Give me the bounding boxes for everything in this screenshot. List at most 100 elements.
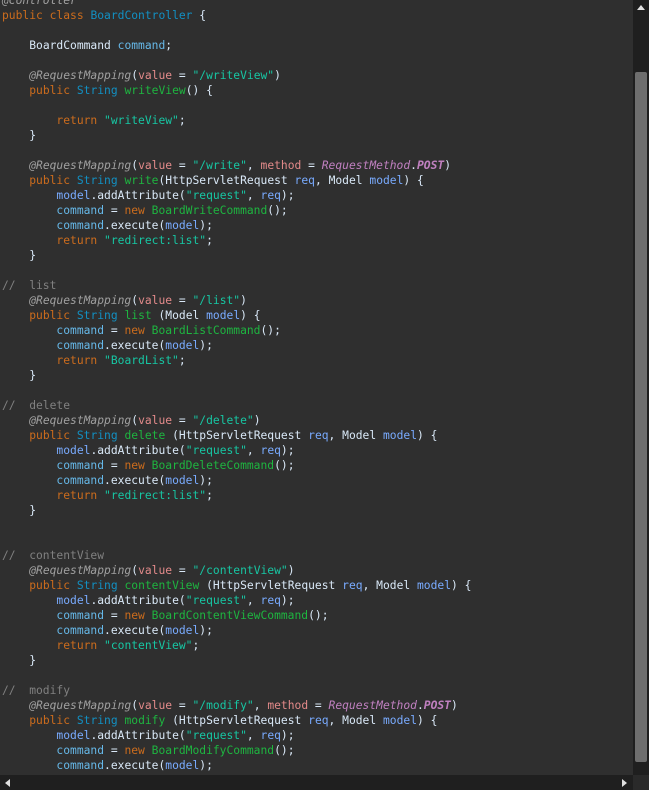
- code-line[interactable]: model.addAttribute("request", req);: [0, 728, 633, 743]
- code-line[interactable]: public String modify (HttpServletRequest…: [0, 713, 633, 728]
- code-token: BoardWriteCommand: [151, 204, 268, 217]
- code-token: =: [172, 69, 193, 82]
- code-token: }: [2, 654, 37, 667]
- code-line[interactable]: }: [0, 653, 633, 668]
- code-line[interactable]: command.execute(model);: [0, 338, 633, 353]
- code-token: BoardModifyCommand: [151, 744, 275, 757]
- code-token: model: [206, 309, 241, 322]
- code-line[interactable]: command.execute(model);: [0, 473, 633, 488]
- code-token: command: [117, 39, 166, 52]
- code-token: value: [138, 414, 173, 427]
- code-line[interactable]: command.execute(model);: [0, 218, 633, 233]
- code-token: "contentView": [104, 639, 193, 652]
- code-token: "redirect:list": [104, 489, 207, 502]
- code-line[interactable]: public String write(HttpServletRequest r…: [0, 173, 633, 188]
- code-line[interactable]: BoardCommand command;: [0, 38, 633, 53]
- code-line[interactable]: return "redirect:list";: [0, 488, 633, 503]
- code-line[interactable]: return "contentView";: [0, 638, 633, 653]
- code-line[interactable]: return "writeView";: [0, 113, 633, 128]
- vertical-scrollbar[interactable]: [633, 0, 649, 775]
- code-line[interactable]: // delete: [0, 398, 633, 413]
- code-line[interactable]: @RequestMapping(value = "/contentView"): [0, 563, 633, 578]
- code-line[interactable]: public String delete (HttpServletRequest…: [0, 428, 633, 443]
- code-line[interactable]: [0, 668, 633, 683]
- code-token: return: [56, 354, 98, 367]
- code-line[interactable]: // contentView: [0, 548, 633, 563]
- code-line[interactable]: [0, 98, 633, 113]
- code-token: "redirect:list": [104, 234, 207, 247]
- code-line[interactable]: @RequestMapping(value = "/modify", metho…: [0, 698, 633, 713]
- code-token: ) {: [417, 429, 438, 442]
- code-line[interactable]: command = new BoardDeleteCommand();: [0, 458, 633, 473]
- code-line[interactable]: }: [0, 248, 633, 263]
- code-token: delete: [124, 429, 166, 442]
- code-line[interactable]: return "redirect:list";: [0, 233, 633, 248]
- code-token: .: [104, 624, 111, 637]
- arrow-up-icon[interactable]: [637, 5, 645, 10]
- code-line[interactable]: command = new BoardContentViewCommand();: [0, 608, 633, 623]
- code-token: public: [29, 309, 71, 322]
- code-line[interactable]: @RequestMapping(value = "/write", method…: [0, 158, 633, 173]
- code-line[interactable]: public String writeView() {: [0, 83, 633, 98]
- code-line[interactable]: [0, 533, 633, 548]
- code-line[interactable]: model.addAttribute("request", req);: [0, 188, 633, 203]
- code-token: value: [138, 159, 173, 172]
- code-line[interactable]: return "BoardList";: [0, 353, 633, 368]
- code-line[interactable]: public String list (Model model) {: [0, 308, 633, 323]
- code-token: "request": [185, 594, 247, 607]
- code-line[interactable]: @Controller: [0, 0, 633, 8]
- code-line[interactable]: // list: [0, 278, 633, 293]
- code-token: =: [172, 294, 193, 307]
- code-line[interactable]: }: [0, 503, 633, 518]
- code-token: );: [280, 189, 295, 202]
- code-line[interactable]: @RequestMapping(value = "/delete"): [0, 413, 633, 428]
- code-line[interactable]: command.execute(model);: [0, 623, 633, 638]
- code-line[interactable]: command = new BoardWriteCommand();: [0, 203, 633, 218]
- code-token: command: [56, 204, 105, 217]
- code-line[interactable]: model.addAttribute("request", req);: [0, 443, 633, 458]
- code-line[interactable]: command = new BoardListCommand();: [0, 323, 633, 338]
- code-line[interactable]: [0, 23, 633, 38]
- code-token: BoardListCommand: [151, 324, 261, 337]
- arrow-left-icon[interactable]: [5, 779, 10, 787]
- code-line[interactable]: }: [0, 128, 633, 143]
- code-line[interactable]: public String contentView (HttpServletRe…: [0, 578, 633, 593]
- code-line[interactable]: [0, 53, 633, 68]
- arrow-right-icon[interactable]: [622, 779, 627, 787]
- code-token: ,: [253, 699, 268, 712]
- code-line[interactable]: @RequestMapping(value = "/list"): [0, 293, 633, 308]
- code-token: Model: [342, 429, 377, 442]
- code-token: req: [260, 189, 281, 202]
- code-line[interactable]: command.execute(model);: [0, 758, 633, 773]
- code-token: command: [56, 609, 105, 622]
- code-line[interactable]: [0, 518, 633, 533]
- code-line[interactable]: [0, 143, 633, 158]
- code-token: command: [56, 474, 105, 487]
- vertical-scroll-thumb[interactable]: [635, 72, 647, 762]
- code-line[interactable]: command = new BoardModifyCommand();: [0, 743, 633, 758]
- code-token: command: [56, 339, 105, 352]
- code-editor[interactable]: @Controller public class BoardController …: [0, 0, 633, 773]
- code-line[interactable]: model.addAttribute("request", req);: [0, 593, 633, 608]
- horizontal-scrollbar[interactable]: [0, 775, 633, 790]
- code-line[interactable]: [0, 383, 633, 398]
- code-line[interactable]: public class BoardController {: [0, 8, 633, 23]
- code-token: "BoardList": [104, 354, 179, 367]
- scrollbar-corner: [633, 775, 649, 790]
- code-token: ();: [308, 609, 329, 622]
- code-line[interactable]: }: [0, 368, 633, 383]
- code-token: "/contentView": [192, 564, 288, 577]
- code-line[interactable]: [0, 263, 633, 278]
- code-token: writeView: [124, 84, 186, 97]
- code-line[interactable]: // modify: [0, 683, 633, 698]
- code-line[interactable]: @RequestMapping(value = "/writeView"): [0, 68, 633, 83]
